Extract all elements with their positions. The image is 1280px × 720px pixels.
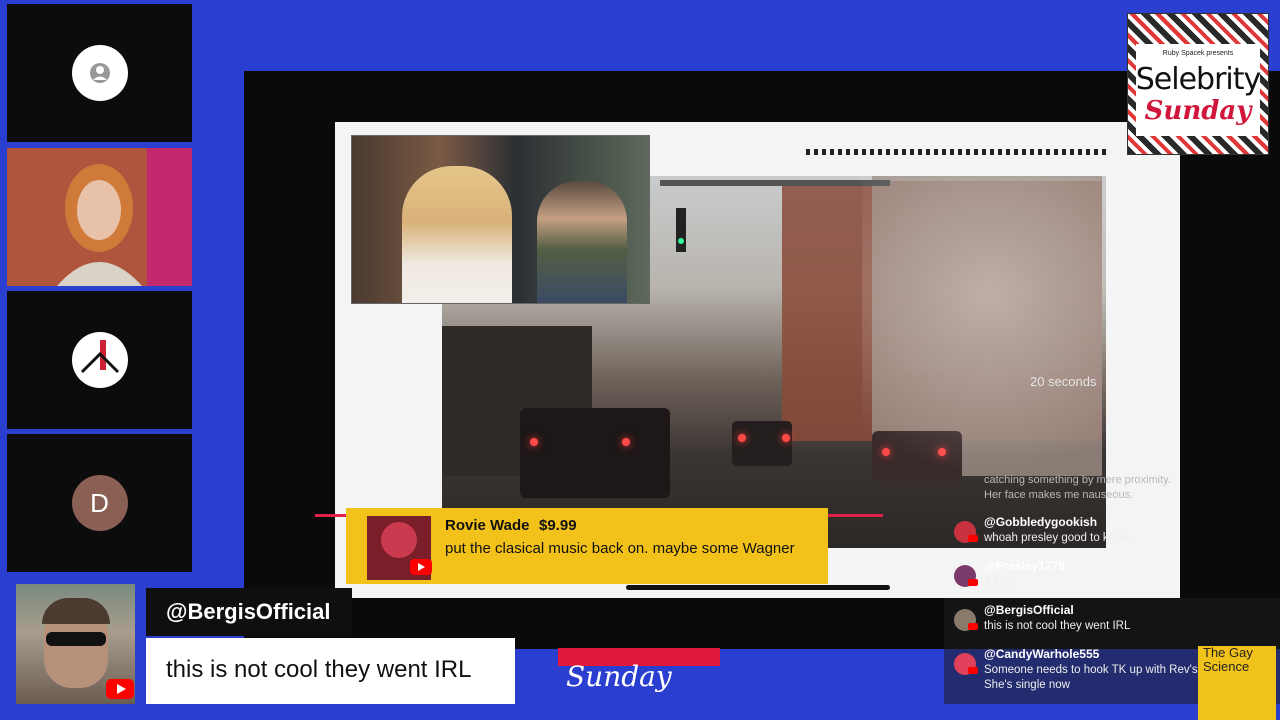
- chat-text: 2 fer 1: [984, 576, 1017, 588]
- inset-video: [351, 135, 650, 304]
- superchat-message: put the clasical music back on. maybe so…: [445, 540, 795, 557]
- superchat-amount: $9.99: [539, 517, 577, 534]
- logo-presents: Ruby Spacek presents: [1162, 50, 1234, 57]
- chat-text: She's single now: [984, 679, 1070, 691]
- lower-third-message: this is not cool they went IRL: [166, 656, 472, 683]
- participant-tile-2[interactable]: [7, 148, 192, 286]
- chat-text: this is not cool they went IRL: [984, 620, 1131, 632]
- chat-faded-line: catching something by mere proximity.: [984, 474, 1171, 486]
- chat-message: @BergisOfficial this is not cool they we…: [944, 603, 1280, 647]
- participant-tile-4[interactable]: D: [7, 434, 192, 572]
- chat-username: @Gobbledygookish: [984, 515, 1098, 529]
- chat-faded-line: Her face makes me nauseous.: [984, 489, 1134, 501]
- chat-message: @Gobbledygookish whoah presley good to k…: [944, 515, 1280, 559]
- scroll-indicator[interactable]: [626, 585, 890, 590]
- participant-video: [7, 148, 192, 286]
- youtube-icon: [410, 559, 432, 575]
- lower-third-handle: @BergisOfficial: [166, 599, 331, 624]
- bottom-show-logo: Sunday: [556, 646, 722, 720]
- chat-text: Someone needs to hook TK up with Rev's E…: [984, 664, 1229, 676]
- progress-dots: [806, 149, 1106, 155]
- logo-subtitle: Sunday: [1144, 96, 1252, 126]
- book-title: The Gay Science: [1203, 645, 1253, 674]
- logo-avatar: [71, 332, 128, 388]
- chat-username: @BergisOfficial: [984, 603, 1074, 617]
- superchat-name: Rovie Wade: [445, 517, 530, 534]
- chat-username: @Presley1776: [984, 559, 1066, 573]
- chat-message: @Presley1776 2 fer 1: [944, 559, 1280, 603]
- youtube-icon: [968, 535, 978, 542]
- timer-label: 20 seconds: [1030, 374, 1097, 389]
- chat-username: @CandyWarhole555: [984, 647, 1100, 661]
- youtube-icon: [106, 679, 134, 699]
- initial-avatar: D: [71, 475, 128, 531]
- traffic-light: [676, 208, 686, 252]
- screen-overlay: [862, 176, 1180, 476]
- street-sign-pole: [660, 180, 890, 186]
- youtube-icon: [968, 623, 978, 630]
- youtube-icon: [968, 667, 978, 674]
- show-logo: Ruby Spacek presents Selebrity Sunday: [1127, 13, 1269, 155]
- logo-title: Selebrity: [1135, 62, 1262, 97]
- participant-tile-3[interactable]: [7, 291, 192, 429]
- bottom-logo-sunday: Sunday: [566, 660, 672, 693]
- participant-tile-1[interactable]: [7, 4, 192, 142]
- youtube-icon: [968, 579, 978, 586]
- user-icon: [71, 45, 128, 101]
- chat-text: whoah presley good to know: [984, 532, 1130, 544]
